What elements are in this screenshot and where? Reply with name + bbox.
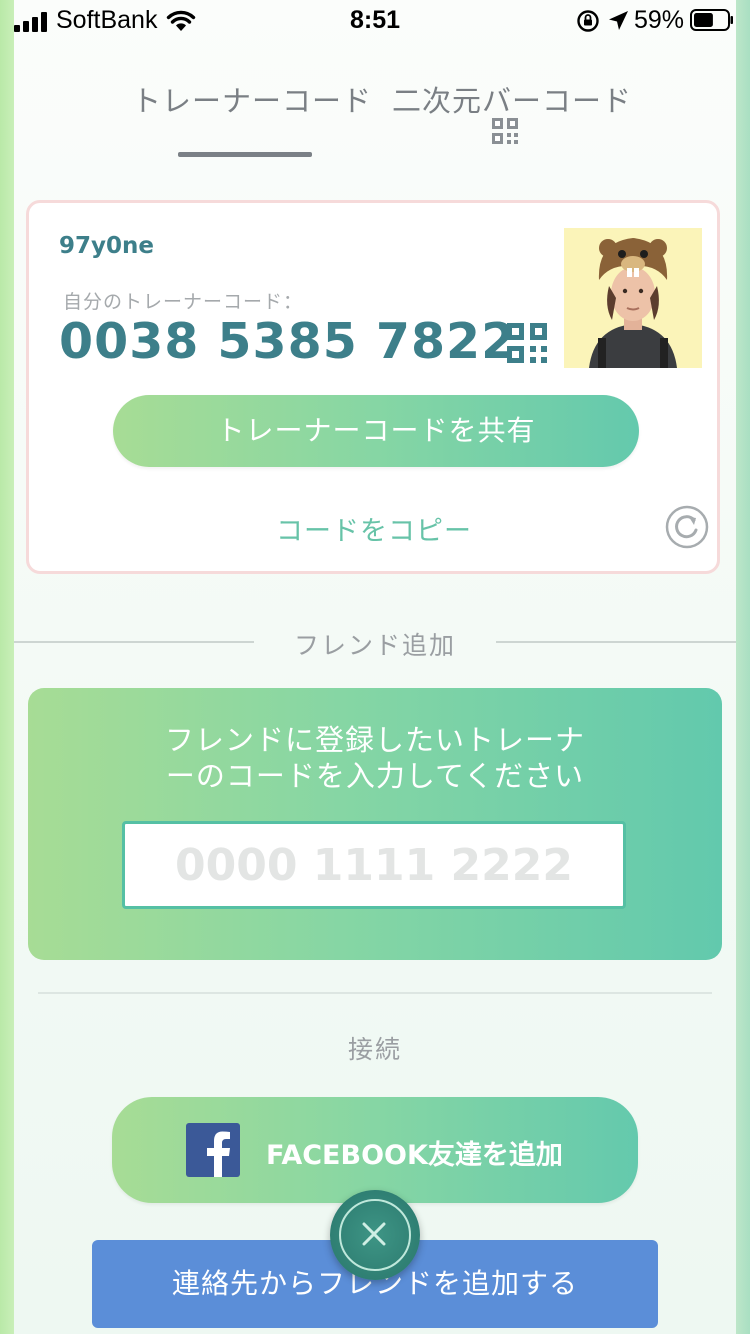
battery-icon [690, 9, 733, 31]
divider-connect [38, 992, 712, 994]
add-facebook-friends-button[interactable]: FACEBOOK友達を追加 [112, 1097, 638, 1203]
friend-code-entry-box: フレンドに登録したいトレーナ ーのコードを入力してください [28, 688, 722, 960]
trainer-code: 0038 5385 7822 [59, 313, 517, 370]
trainer-code-label: 自分のトレーナーコード： [63, 291, 304, 313]
close-button[interactable] [330, 1190, 420, 1280]
tab-qr-code[interactable]: 二次元バーコード [392, 78, 632, 120]
active-tab-indicator [178, 152, 312, 157]
refresh-icon[interactable] [665, 505, 709, 549]
facebook-logo-icon [186, 1123, 240, 1177]
tab-trainer-code[interactable]: トレーナーコード [132, 78, 372, 120]
battery-percent: 59% [634, 6, 685, 34]
trainer-card: 97y0ne 自分のトレーナーコード： 0038 5385 7822 トレーナー… [26, 200, 720, 574]
orientation-lock-icon [577, 10, 599, 32]
status-bar: SoftBank 8:51 59% [0, 0, 750, 42]
avatar [564, 228, 702, 368]
friend-add-heading: フレンド追加 [293, 631, 456, 660]
prompt-line-1: フレンドに登録したいトレーナ [164, 723, 585, 757]
close-icon [362, 1222, 386, 1246]
copy-code-link[interactable]: コードをコピー [29, 509, 719, 548]
share-trainer-code-button[interactable]: トレーナーコードを共有 [113, 395, 639, 467]
friend-code-input[interactable] [122, 821, 626, 909]
location-arrow-icon [609, 11, 628, 30]
prompt-line-2: ーのコードを入力してください [165, 759, 585, 793]
qr-code-icon[interactable] [492, 118, 518, 144]
divider-right [496, 641, 736, 643]
trainer-name: 97y0ne [59, 233, 154, 259]
friend-code-prompt: フレンドに登録したいトレーナ ーのコードを入力してください [28, 722, 722, 794]
connect-heading: 接続 [347, 1035, 402, 1064]
qr-code-icon[interactable] [507, 323, 547, 363]
facebook-button-label: FACEBOOK友達を追加 [266, 1140, 563, 1171]
